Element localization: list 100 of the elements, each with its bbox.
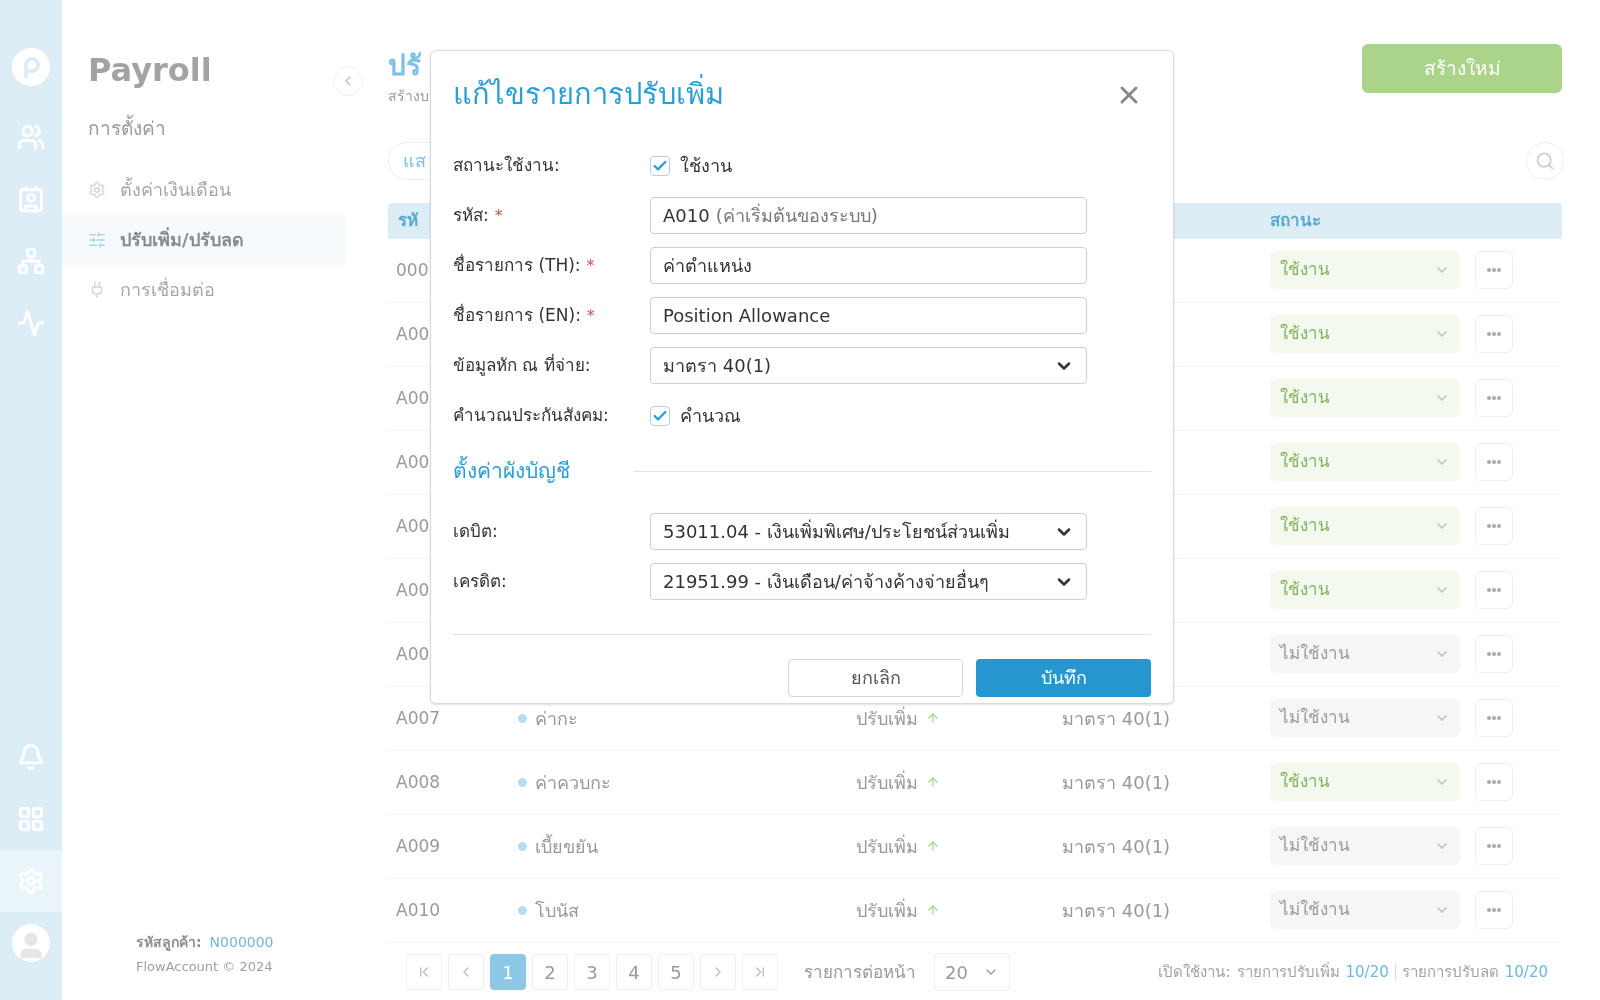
cancel-button[interactable]: ยกเลิก bbox=[788, 658, 963, 697]
input-field[interactable]: A010 (ค่าเริ่มต้นของระบบ) bbox=[650, 197, 1087, 234]
more-button[interactable] bbox=[1475, 763, 1513, 802]
name-cell-text: เบี้ยขยัน bbox=[535, 833, 598, 859]
status-select[interactable]: ใช้งาน bbox=[1270, 763, 1460, 802]
summary-label: เปิดใช้งาน: bbox=[1158, 962, 1231, 984]
name-cell-text: ค่าควบกะ bbox=[535, 770, 611, 795]
status-select[interactable]: ไม่ใช้งาน bbox=[1270, 827, 1460, 866]
more-icon bbox=[1487, 460, 1501, 465]
customer-code-label: รหัสลูกค้า: bbox=[136, 932, 202, 953]
status-select[interactable]: ใช้งาน bbox=[1270, 315, 1460, 354]
status-select[interactable]: ใช้งาน bbox=[1270, 507, 1460, 546]
field-label: คำนวณประกันสังคม: bbox=[453, 403, 609, 427]
dialog-title: แก้ไขรายการปรับเพิ่ม bbox=[453, 73, 724, 117]
more-button[interactable] bbox=[1475, 699, 1513, 738]
code-cell: A00 bbox=[396, 644, 430, 665]
checkbox[interactable] bbox=[650, 155, 670, 176]
status-select[interactable]: ไม่ใช้งาน bbox=[1270, 699, 1460, 738]
sidebar-item[interactable]: การเชื่อมต่อ bbox=[62, 264, 345, 315]
field-label: ข้อมูลหัก ณ ที่จ่าย: bbox=[453, 352, 591, 378]
page-button[interactable]: 3 bbox=[574, 954, 610, 991]
more-icon bbox=[1487, 332, 1501, 337]
more-icon bbox=[1487, 844, 1501, 849]
create-button[interactable]: สร้างใหม่ bbox=[1362, 44, 1562, 93]
field-label: สถานะใช้งาน: bbox=[453, 153, 560, 177]
code-cell: 000 bbox=[396, 260, 429, 281]
rail-item[interactable] bbox=[0, 850, 62, 912]
page-button[interactable]: 4 bbox=[616, 954, 652, 991]
more-icon bbox=[1487, 780, 1501, 785]
page-button[interactable]: 2 bbox=[532, 954, 568, 991]
checkbox-label: ใช้งาน bbox=[680, 154, 732, 178]
more-button[interactable] bbox=[1475, 827, 1513, 866]
more-button[interactable] bbox=[1475, 443, 1513, 482]
status-select[interactable]: ใช้งาน bbox=[1270, 251, 1460, 290]
per-page-select[interactable]: 20 bbox=[934, 953, 1010, 992]
collapse-button[interactable] bbox=[333, 66, 363, 96]
more-button[interactable] bbox=[1475, 315, 1513, 354]
status-select[interactable]: ไม่ใช้งาน bbox=[1270, 891, 1460, 930]
org-icon bbox=[17, 247, 45, 275]
more-button[interactable] bbox=[1475, 507, 1513, 546]
select-field[interactable]: มาตรา 40(1) bbox=[650, 347, 1087, 384]
code-cell: A007 bbox=[396, 708, 441, 729]
section-title: ตั้งค่าผังบัญชี bbox=[453, 455, 571, 485]
field-label: รหัส: bbox=[453, 203, 489, 227]
decrease-count: 10/20 bbox=[1504, 962, 1548, 984]
checkbox[interactable] bbox=[650, 405, 670, 426]
badge-icon bbox=[17, 185, 45, 213]
more-button[interactable] bbox=[1475, 571, 1513, 610]
code-cell: A00 bbox=[396, 516, 430, 537]
page-subtitle: สร้างบ bbox=[388, 87, 429, 106]
checkbox-label: คำนวณ bbox=[680, 404, 741, 428]
more-icon bbox=[1487, 268, 1501, 273]
more-button[interactable] bbox=[1475, 891, 1513, 930]
input-field[interactable]: Position Allowance bbox=[650, 297, 1087, 334]
save-button[interactable]: บันทึก bbox=[976, 658, 1151, 697]
status-select[interactable]: ใช้งาน bbox=[1270, 443, 1460, 482]
increase-count: 10/20 bbox=[1345, 962, 1389, 984]
prev-page-button[interactable] bbox=[448, 954, 484, 991]
arrow-up-icon bbox=[926, 711, 940, 726]
column-header: สถานะ bbox=[1270, 209, 1321, 232]
status-select[interactable]: ใช้งาน bbox=[1270, 571, 1460, 610]
select-field[interactable]: 53011.04 - เงินเพิ่มพิเศษ/ประโยชน์ส่วนเพิ่ม bbox=[650, 513, 1087, 550]
type-cell-text: ปรับเพิ่ม bbox=[856, 705, 918, 731]
page-title: ปรั bbox=[388, 48, 423, 84]
first-page-button[interactable] bbox=[406, 954, 442, 991]
next-page-button[interactable] bbox=[700, 954, 736, 991]
employees-icon bbox=[17, 123, 45, 151]
apps-icon bbox=[17, 805, 45, 833]
more-button[interactable] bbox=[1475, 635, 1513, 674]
sidebar-item[interactable]: ปรับเพิ่ม/ปรับลด bbox=[62, 214, 345, 265]
required-mark: * bbox=[586, 304, 595, 327]
last-page-button[interactable] bbox=[742, 954, 778, 991]
monitor-icon bbox=[17, 309, 45, 337]
more-icon bbox=[1487, 652, 1501, 657]
input-field[interactable]: ค่าตำแหน่ง bbox=[650, 247, 1087, 284]
select-field[interactable]: 21951.99 - เงินเดือน/ค่าจ้างค้างจ่ายอื่นๆ bbox=[650, 563, 1087, 600]
code-cell: A009 bbox=[396, 836, 441, 857]
status-select[interactable]: ใช้งาน bbox=[1270, 379, 1460, 418]
page-button[interactable]: 1 bbox=[490, 954, 526, 991]
code-cell: A00 bbox=[396, 324, 430, 345]
customer-code: N000000 bbox=[209, 932, 274, 952]
per-page-label: รายการต่อหน้า bbox=[804, 960, 916, 984]
gear-icon bbox=[88, 180, 106, 199]
more-icon bbox=[1487, 716, 1501, 721]
bell-icon bbox=[17, 743, 45, 771]
page-button[interactable]: 5 bbox=[658, 954, 694, 991]
column-header: รหั bbox=[398, 210, 418, 230]
section-heading: การตั้งค่า bbox=[88, 114, 167, 141]
sidebar-item[interactable]: ตั้งค่าเงินเดือน bbox=[62, 164, 345, 215]
avatar[interactable] bbox=[12, 924, 50, 962]
more-button[interactable] bbox=[1475, 379, 1513, 418]
status-select[interactable]: ไม่ใช้งาน bbox=[1270, 635, 1460, 674]
field-label: เครดิต: bbox=[453, 569, 507, 593]
logo-icon[interactable] bbox=[12, 48, 50, 86]
field-label: ชื่อรายการ (TH): bbox=[453, 252, 581, 277]
decrease-label: รายการปรับลด bbox=[1401, 962, 1499, 984]
tax-cell: มาตรา 40(1) bbox=[1062, 707, 1171, 729]
code-cell: A008 bbox=[396, 772, 441, 793]
more-icon bbox=[1487, 908, 1501, 913]
more-button[interactable] bbox=[1475, 251, 1513, 290]
